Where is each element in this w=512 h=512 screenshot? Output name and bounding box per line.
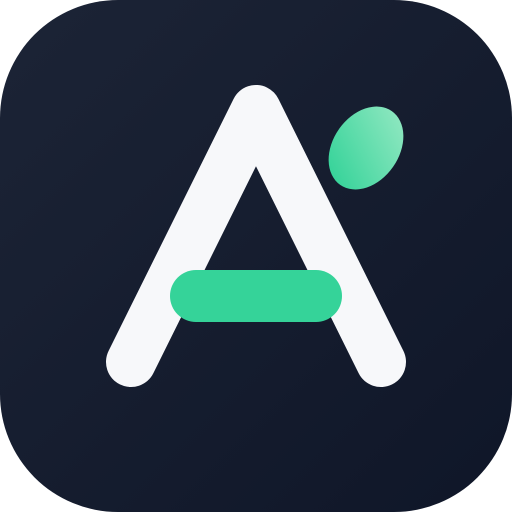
app-icon [0,0,512,512]
icon-background [0,0,512,512]
crossbar-icon [170,270,342,322]
app-icon-graphic [0,0,512,512]
